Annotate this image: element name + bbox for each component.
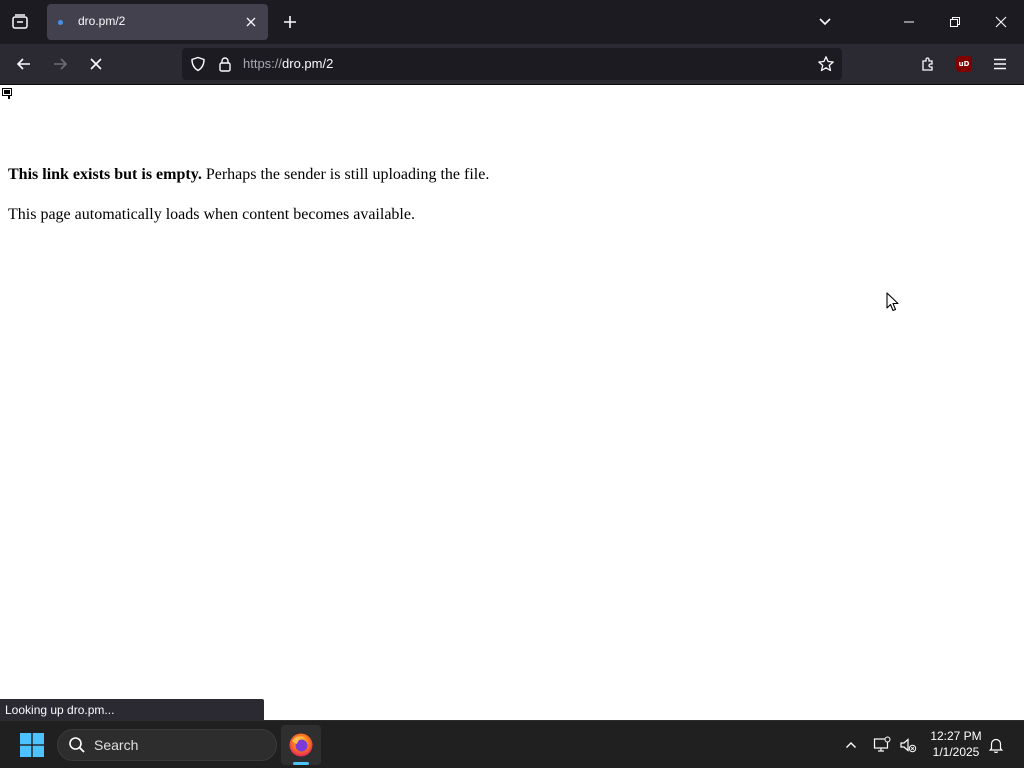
tab-strip: dro.pm/2 <box>0 0 1024 44</box>
network-icon <box>873 736 891 752</box>
firefox-view-button[interactable] <box>6 8 34 36</box>
forward-button[interactable] <box>46 50 74 78</box>
new-tab-button[interactable] <box>276 8 304 36</box>
tracking-protection-shield-icon[interactable] <box>188 54 208 74</box>
arrow-right-icon <box>54 58 68 70</box>
bell-icon <box>988 738 1004 753</box>
empty-link-heading: This link exists but is empty. <box>8 166 202 183</box>
windows-logo-icon <box>20 733 44 757</box>
url-scheme: https:// <box>243 56 283 71</box>
address-bar[interactable]: https://dro.pm/2 <box>182 48 842 80</box>
close-icon <box>246 17 256 27</box>
tab-active[interactable]: dro.pm/2 <box>47 4 268 40</box>
network-status-button[interactable] <box>870 733 894 757</box>
chevron-up-icon <box>846 742 856 748</box>
window-close-button[interactable] <box>978 0 1024 44</box>
ublock-shield-icon: uD <box>956 56 972 72</box>
taskbar-search-label: Search <box>94 737 139 753</box>
empty-link-message: This link exists but is empty. Perhaps t… <box>8 166 489 184</box>
show-hidden-icons-button[interactable] <box>839 733 863 757</box>
ublock-origin-button[interactable]: uD <box>950 50 978 78</box>
stop-loading-button[interactable] <box>82 50 110 78</box>
taskbar-firefox-button[interactable] <box>281 725 321 765</box>
plus-icon <box>284 16 296 28</box>
hamburger-menu-icon <box>994 58 1006 70</box>
bookmark-star-icon[interactable] <box>816 54 836 74</box>
clock-date: 1/1/2025 <box>932 745 980 759</box>
clock-time: 12:27 PM <box>930 729 982 743</box>
extensions-button[interactable] <box>914 50 942 78</box>
url-host: dro.pm/2 <box>282 56 334 71</box>
stop-x-icon <box>90 58 102 70</box>
taskbar-search-box[interactable]: Search <box>57 729 277 761</box>
taskbar-clock[interactable]: 12:27 PM 1/1/2025 <box>926 728 986 760</box>
volume-button[interactable] <box>896 733 920 757</box>
speaker-muted-icon <box>900 738 917 753</box>
firefox-logo-icon <box>289 733 313 757</box>
chevron-down-icon <box>819 18 831 26</box>
list-all-tabs-button[interactable] <box>811 8 839 36</box>
mouse-pointer-icon <box>886 292 899 312</box>
restore-button[interactable] <box>932 0 978 44</box>
puzzle-icon <box>922 57 933 71</box>
loading-favicon-icon <box>58 20 63 25</box>
minimize-icon <box>904 21 914 23</box>
firefox-view-icon <box>12 14 28 29</box>
minimize-button[interactable] <box>886 0 932 44</box>
arrow-left-icon <box>16 58 30 70</box>
page-content: This link exists but is empty. Perhaps t… <box>0 86 1024 720</box>
broken-image-icon <box>2 88 12 99</box>
tab-title: dro.pm/2 <box>78 14 126 28</box>
notifications-button[interactable] <box>984 733 1008 757</box>
search-icon <box>69 737 85 753</box>
status-panel: Looking up dro.pm... <box>0 699 264 720</box>
close-icon <box>995 16 1007 28</box>
navigation-toolbar: https://dro.pm/2 uD <box>0 44 1024 85</box>
taskbar: Search 12:27 PM 1/1/2025 <box>0 720 1024 768</box>
back-button[interactable] <box>10 50 38 78</box>
auto-load-message: This page automatically loads when conte… <box>8 206 415 223</box>
restore-icon <box>950 17 960 27</box>
url-text[interactable]: https://dro.pm/2 <box>243 56 333 71</box>
app-menu-button[interactable] <box>986 50 1014 78</box>
tab-close-button[interactable] <box>241 12 261 32</box>
active-app-indicator <box>293 762 309 765</box>
start-button[interactable] <box>14 729 50 761</box>
lock-icon[interactable] <box>215 54 235 74</box>
empty-link-detail: Perhaps the sender is still uploading th… <box>201 166 490 183</box>
